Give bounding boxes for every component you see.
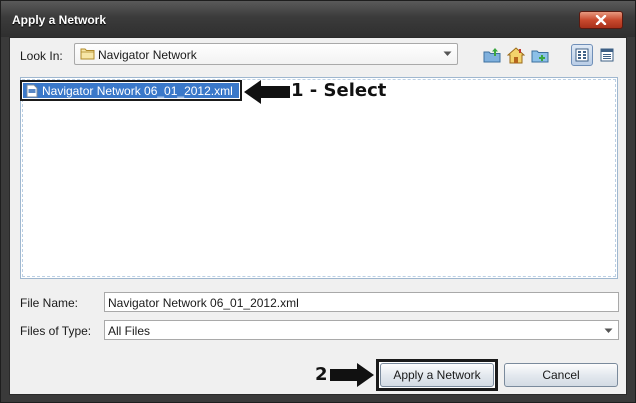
file-list[interactable]: Navigator Network 06_01_2012.xml [20, 77, 618, 279]
file-name-input[interactable]: Navigator Network 06_01_2012.xml [104, 292, 619, 312]
file-type-dropdown[interactable]: All Files [104, 320, 619, 340]
file-list-item-selection: Navigator Network 06_01_2012.xml [23, 83, 239, 98]
cancel-button[interactable]: Cancel [504, 363, 618, 387]
home-button[interactable] [505, 44, 527, 66]
window-title: Apply a Network [12, 13, 107, 27]
up-one-level-button[interactable] [481, 44, 503, 66]
look-in-label: Look In: [20, 49, 63, 63]
chevron-down-icon [443, 51, 451, 56]
apply-network-button[interactable]: Apply a Network [380, 363, 494, 387]
file-type-dropdown-arrow[interactable] [598, 321, 618, 341]
dialog-body: Look In: Navigator Network Navigator Net… [9, 37, 627, 395]
file-name-label: File Name: [20, 296, 79, 310]
file-list-area [22, 79, 616, 277]
look-in-dropdown[interactable]: Navigator Network [74, 43, 458, 65]
xml-file-icon [26, 84, 38, 97]
file-type-value: All Files [108, 324, 151, 338]
annotation-arrow-icon [330, 363, 374, 387]
annotation-arrow-icon [244, 80, 290, 104]
details-view-icon [600, 48, 614, 62]
new-folder-icon [531, 50, 549, 63]
details-view-button[interactable] [596, 44, 618, 66]
dialog-window: Apply a Network Look In: Navigator Netwo… [0, 0, 636, 403]
chevron-down-icon [604, 328, 612, 333]
folder-icon [80, 48, 95, 60]
title-bar[interactable]: Apply a Network [1, 1, 635, 37]
new-folder-button[interactable] [529, 44, 551, 66]
file-list-item[interactable]: Navigator Network 06_01_2012.xml [20, 80, 242, 101]
look-in-value: Navigator Network [98, 48, 197, 62]
up-one-level-icon [483, 48, 501, 63]
list-view-icon [575, 48, 589, 62]
annotation-step-1: 1 - Select [291, 80, 387, 101]
list-view-button[interactable] [571, 44, 593, 66]
look-in-dropdown-arrow[interactable] [437, 44, 457, 64]
file-type-label: Files of Type: [20, 324, 92, 338]
close-icon [595, 15, 607, 25]
annotation-step-2: 2 [315, 364, 328, 385]
file-name: Navigator Network 06_01_2012.xml [42, 83, 233, 98]
close-button[interactable] [579, 11, 623, 29]
home-icon [507, 46, 525, 63]
